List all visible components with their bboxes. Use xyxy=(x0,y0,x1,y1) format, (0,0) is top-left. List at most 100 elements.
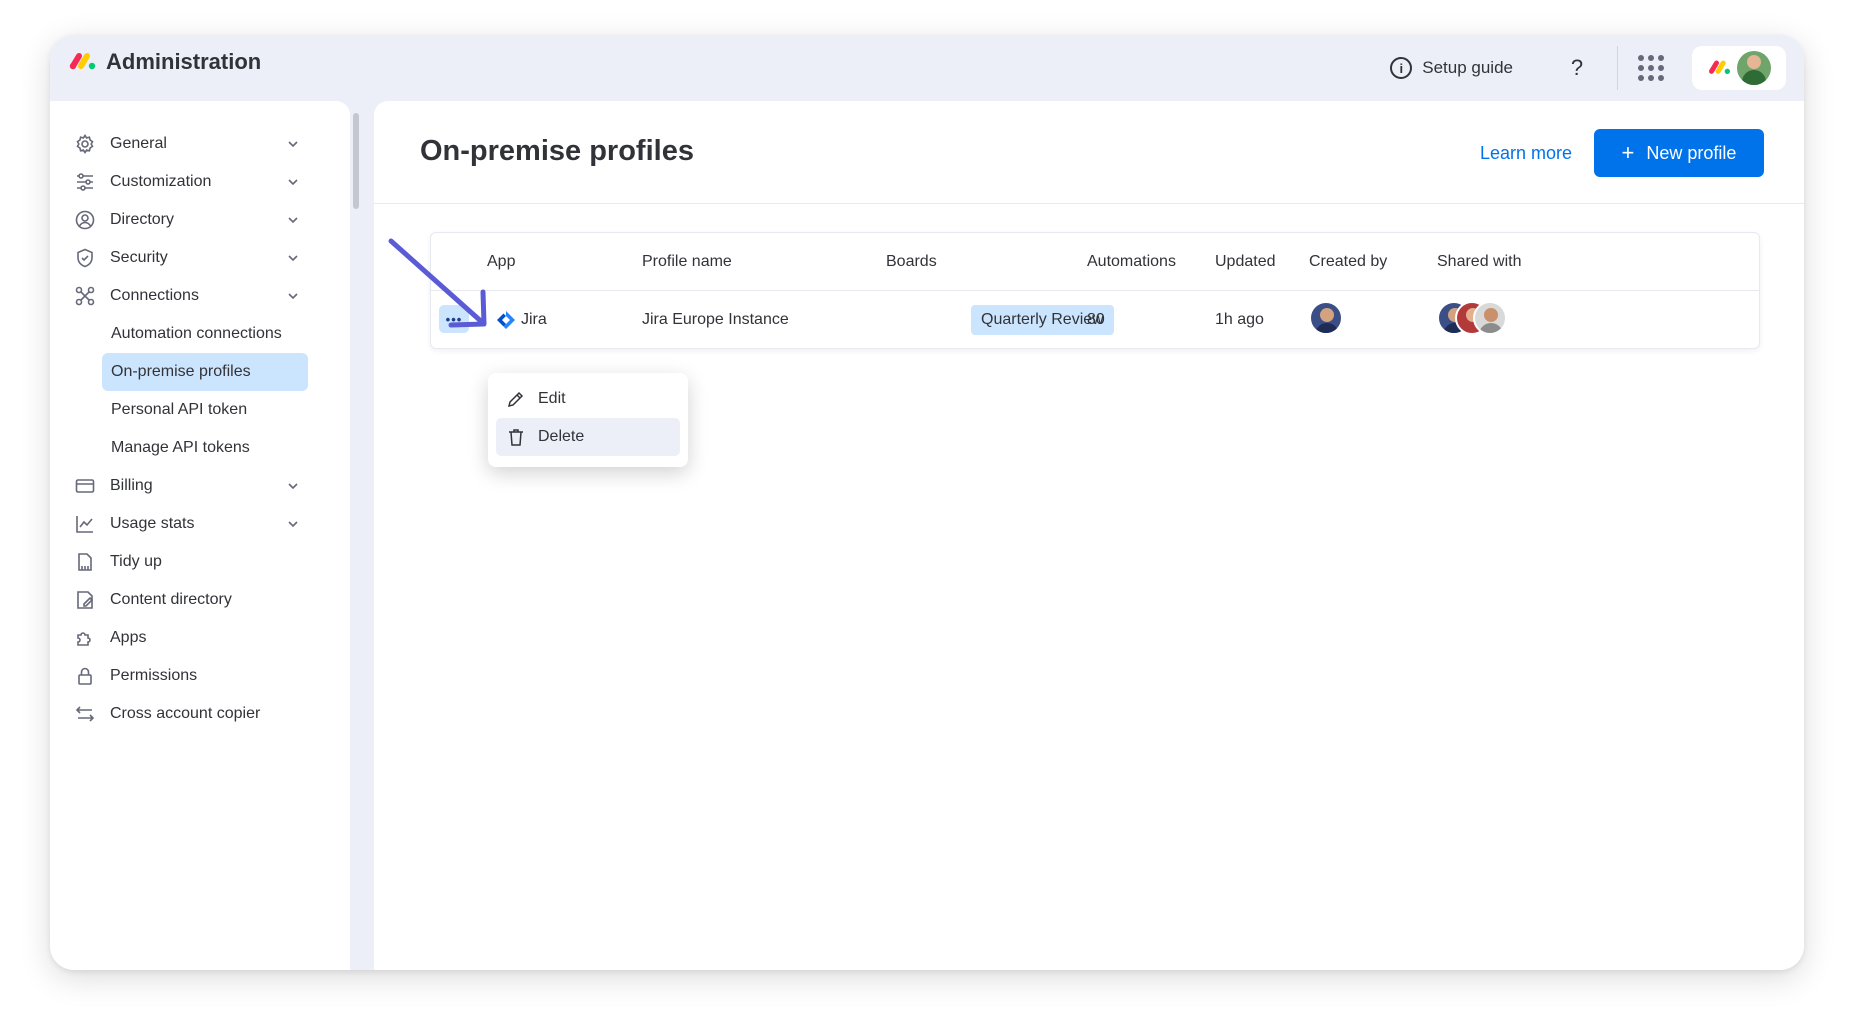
sidebar-item-label: Content directory xyxy=(110,591,232,608)
sidebar-item-label: General xyxy=(110,135,167,152)
chevron-down-icon xyxy=(288,293,298,300)
updated-cell: 1h ago xyxy=(1215,311,1264,328)
sidebar-subitem-label: Manage API tokens xyxy=(111,439,250,456)
lock-icon xyxy=(74,665,96,687)
app-name: Jira xyxy=(521,311,547,328)
setup-guide-button[interactable]: i Setup guide xyxy=(1390,57,1513,79)
sidebar-item-security[interactable]: Security xyxy=(74,239,308,277)
chevron-down-icon xyxy=(288,483,298,490)
sidebar-item-directory[interactable]: Directory xyxy=(74,201,308,239)
sidebar-item-billing[interactable]: Billing xyxy=(74,467,308,505)
transfer-icon xyxy=(74,703,96,725)
chevron-down-icon xyxy=(288,217,298,224)
delete-label: Delete xyxy=(538,428,585,445)
sidebar-item-label: Connections xyxy=(110,287,199,304)
app-title: Administration xyxy=(106,49,262,74)
brand: Administration xyxy=(68,49,261,75)
divider xyxy=(1617,46,1618,90)
column-header-boards: Boards xyxy=(886,253,937,270)
main-content: On-premise profiles Learn more + New pro… xyxy=(374,101,1804,970)
created-by-avatar xyxy=(1309,301,1343,335)
profiles-table: App Profile name Boards Automations Upda… xyxy=(430,232,1760,349)
account-switcher[interactable] xyxy=(1692,46,1786,90)
sidebar-item-usage-stats[interactable]: Usage stats xyxy=(74,505,308,543)
sidebar-item-label: Apps xyxy=(110,629,147,646)
user-avatar xyxy=(1737,51,1771,85)
chevron-down-icon xyxy=(288,179,298,186)
sidebar-item-general[interactable]: General xyxy=(74,125,308,163)
sidebar-subitem-personal-api-token[interactable]: Personal API token xyxy=(74,391,308,429)
learn-more-link[interactable]: Learn more xyxy=(1480,143,1572,164)
sidebar-item-apps[interactable]: Apps xyxy=(74,619,308,657)
sidebar-item-customization[interactable]: Customization xyxy=(74,163,308,201)
sidebar-scrollbar[interactable] xyxy=(353,113,359,209)
page-header: On-premise profiles Learn more + New pro… xyxy=(374,101,1804,204)
connections-icon xyxy=(74,285,96,307)
app-cell: Jira xyxy=(495,309,547,331)
trash-icon xyxy=(509,429,523,446)
sidebar-item-label: Usage stats xyxy=(110,515,195,532)
chevron-down-icon xyxy=(288,521,298,528)
pencil-icon xyxy=(507,391,524,408)
column-header-created-by: Created by xyxy=(1309,253,1388,270)
top-right-controls: i Setup guide ? xyxy=(1390,35,1804,101)
sidebar-subitem-automation-connections[interactable]: Automation connections xyxy=(74,315,308,353)
setup-guide-label: Setup guide xyxy=(1422,58,1513,77)
sliders-icon xyxy=(74,171,96,193)
broom-icon xyxy=(74,551,96,573)
column-header-profile-name: Profile name xyxy=(642,253,732,270)
app-window: Administration i Setup guide ? General C… xyxy=(50,35,1804,970)
profile-name-cell: Jira Europe Instance xyxy=(642,311,789,328)
chevron-down-icon xyxy=(288,255,298,262)
monday-logo-icon xyxy=(69,53,96,70)
sidebar: General Customization Directory Security… xyxy=(50,101,350,970)
column-header-automations: Automations xyxy=(1087,253,1176,270)
new-profile-label: New profile xyxy=(1646,142,1737,163)
row-context-menu: Edit Delete xyxy=(488,373,688,467)
shared-with-avatar xyxy=(1473,301,1507,335)
delete-menu-item[interactable]: Delete xyxy=(496,418,680,456)
table-row[interactable]: ••• Jira Jira Europe Instance Quarterly … xyxy=(431,291,1759,349)
sidebar-item-label: Billing xyxy=(110,477,153,494)
sidebar-item-cross-account-copier[interactable]: Cross account copier xyxy=(74,695,308,733)
sidebar-item-label: Security xyxy=(110,249,168,266)
sidebar-subitem-label: On-premise profiles xyxy=(111,363,251,380)
sidebar-item-label: Customization xyxy=(110,173,212,190)
column-header-shared-with: Shared with xyxy=(1437,253,1522,270)
edit-label: Edit xyxy=(538,390,566,407)
sidebar-item-connections[interactable]: Connections xyxy=(74,277,308,315)
info-icon: i xyxy=(1390,57,1413,79)
sidebar-subitem-on-premise-profiles[interactable]: On-premise profiles xyxy=(102,353,308,391)
table-header: App Profile name Boards Automations Upda… xyxy=(431,233,1759,291)
help-button[interactable]: ? xyxy=(1557,48,1597,88)
puzzle-icon xyxy=(74,627,96,649)
apps-grid-icon[interactable] xyxy=(1638,55,1664,81)
help-icon: ? xyxy=(1570,55,1584,80)
chart-icon xyxy=(74,513,96,535)
sidebar-item-label: Cross account copier xyxy=(110,705,261,722)
page-title: On-premise profiles xyxy=(420,135,694,167)
chevron-down-icon xyxy=(288,141,298,148)
top-bar: Administration i Setup guide ? xyxy=(50,35,1804,101)
shield-icon xyxy=(74,247,96,269)
sidebar-item-tidy-up[interactable]: Tidy up xyxy=(74,543,308,581)
monday-logo-icon xyxy=(1709,60,1730,74)
column-header-updated: Updated xyxy=(1215,253,1276,270)
gear-icon xyxy=(74,133,96,155)
sidebar-item-permissions[interactable]: Permissions xyxy=(74,657,308,695)
credit-card-icon xyxy=(74,475,96,497)
sidebar-nav: General Customization Directory Security… xyxy=(74,125,308,733)
sidebar-item-label: Directory xyxy=(110,211,175,228)
sidebar-item-content-directory[interactable]: Content directory xyxy=(74,581,308,619)
edit-menu-item[interactable]: Edit xyxy=(496,380,680,418)
sidebar-subitem-label: Automation connections xyxy=(111,325,282,342)
sidebar-subitem-label: Personal API token xyxy=(111,401,248,418)
jira-icon xyxy=(497,311,515,329)
content-icon xyxy=(74,589,96,611)
automations-cell: 80 xyxy=(1087,311,1105,328)
user-circle-icon xyxy=(74,209,96,231)
annotation-arrow-icon xyxy=(388,238,487,328)
new-profile-button[interactable]: + New profile xyxy=(1594,129,1764,177)
plus-icon: + xyxy=(1621,140,1635,165)
sidebar-subitem-manage-api-tokens[interactable]: Manage API tokens xyxy=(74,429,308,467)
